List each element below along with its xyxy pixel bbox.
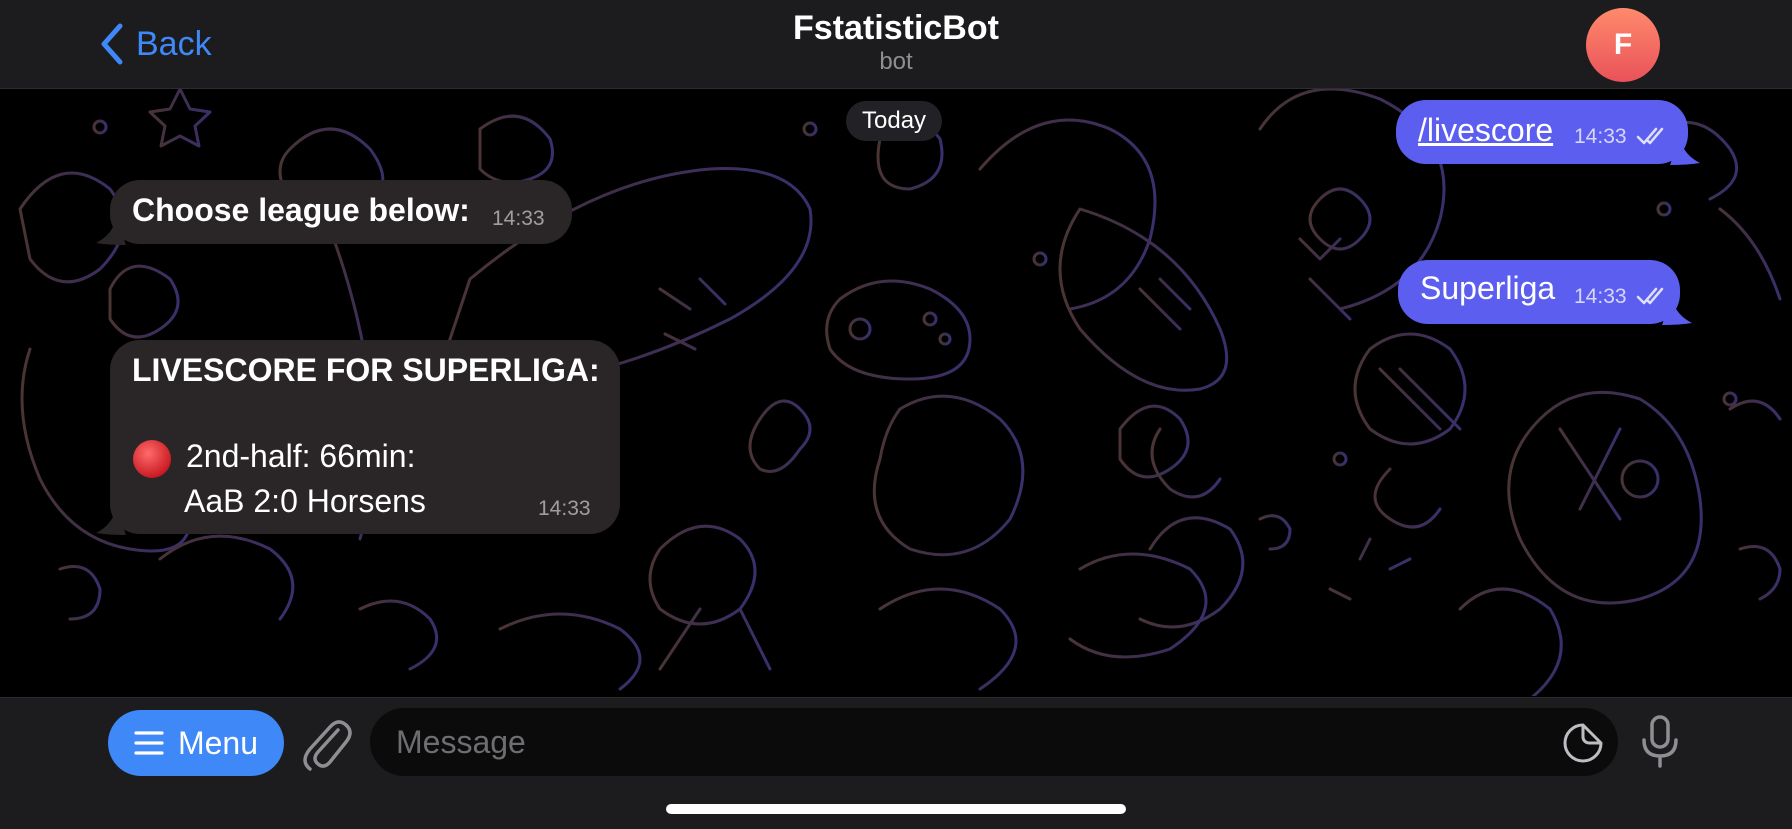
message-outgoing[interactable]: /livescore 14:33 — [1396, 100, 1688, 164]
bubble-tail-out — [1662, 299, 1692, 325]
date-separator: Today — [846, 101, 943, 141]
bubble-tail-in — [96, 509, 126, 535]
chat-subtitle: bot — [879, 48, 913, 75]
chat-area[interactable]: Today /livescore 14:33 Choose league bel… — [0, 89, 1792, 696]
message-text: Superliga — [1420, 270, 1556, 306]
message-composer: Menu — [0, 697, 1792, 829]
bubble-tail-out — [1670, 139, 1700, 165]
avatar[interactable]: F — [1586, 8, 1660, 82]
message-time: 14:33 — [538, 497, 591, 520]
chat-header: Back FstatisticBot bot F — [0, 0, 1792, 89]
double-check-icon — [1636, 127, 1664, 145]
menu-button[interactable]: Menu — [108, 710, 284, 776]
bubble-tail-in — [96, 219, 126, 245]
menu-label: Menu — [177, 724, 259, 761]
menu-lines-icon — [134, 731, 164, 755]
chat-title-block[interactable]: FstatisticBot bot — [0, 8, 1792, 76]
match-score: AaB 2:0 Horsens — [184, 483, 426, 519]
livescore-heading: LIVESCORE FOR SUPERLIGA: — [132, 352, 600, 388]
message-time: 14:33 — [1574, 285, 1627, 308]
chat-title: FstatisticBot — [793, 9, 999, 47]
message-text: Choose league below: — [132, 192, 470, 228]
microphone-icon[interactable] — [1640, 714, 1680, 770]
command-link[interactable]: /livescore — [1418, 112, 1553, 148]
match-status: 2nd-half: 66min: — [186, 438, 416, 474]
message-time: 14:33 — [492, 207, 545, 230]
home-indicator[interactable] — [666, 804, 1126, 814]
message-outgoing[interactable]: Superliga 14:33 — [1398, 260, 1680, 324]
message-input[interactable] — [370, 708, 1618, 776]
sticker-icon[interactable] — [1562, 722, 1604, 764]
message-incoming[interactable]: Choose league below: 14:33 — [110, 180, 572, 244]
message-time: 14:33 — [1574, 125, 1627, 148]
red-circle-icon — [133, 440, 171, 478]
message-incoming[interactable]: LIVESCORE FOR SUPERLIGA: 2nd-half: 66min… — [110, 340, 620, 534]
paperclip-icon[interactable] — [302, 716, 352, 772]
